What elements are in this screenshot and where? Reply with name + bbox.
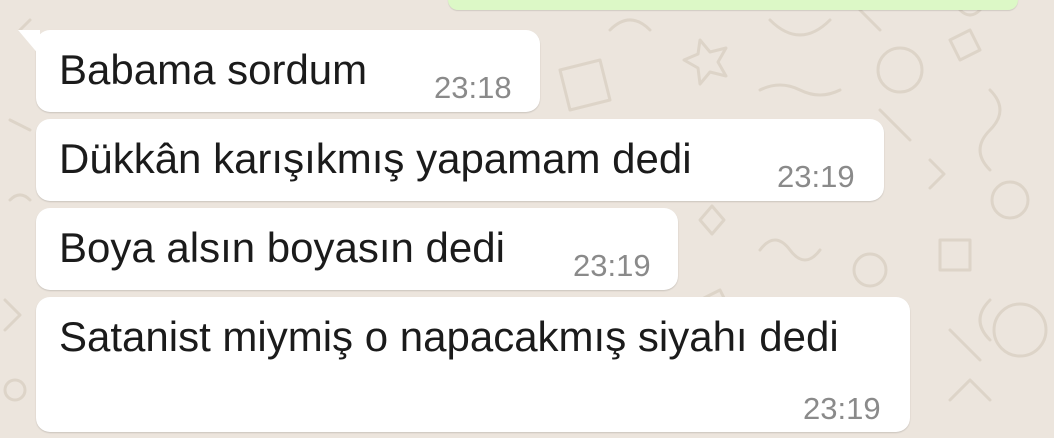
message-text: Dükkân karışıkmış yapamam dedi	[59, 135, 692, 182]
incoming-message-bubble[interactable]: Boya alsın boyasın dedi 23:19	[36, 208, 678, 290]
message-timestamp: 23:19	[777, 159, 855, 194]
incoming-message-bubble[interactable]: Satanist miymiş o napacakmış siyahı dedi…	[36, 297, 910, 432]
incoming-message-bubble[interactable]: Babama sordum 23:18	[18, 30, 540, 112]
message-text: Babama sordum	[59, 46, 368, 93]
message-timestamp: 23:19	[803, 391, 881, 426]
bubble-tail	[18, 30, 40, 56]
message-text: Satanist miymiş o napacakmış siyahı dedi	[59, 313, 839, 360]
message-timestamp: 23:18	[434, 70, 512, 105]
message-timestamp: 23:19	[573, 248, 651, 283]
incoming-message-bubble[interactable]: Dükkân karışıkmış yapamam dedi 23:19	[36, 119, 884, 201]
outgoing-message-bubble-partial	[448, 0, 1018, 10]
message-text: Boya alsın boyasın dedi	[59, 224, 505, 271]
